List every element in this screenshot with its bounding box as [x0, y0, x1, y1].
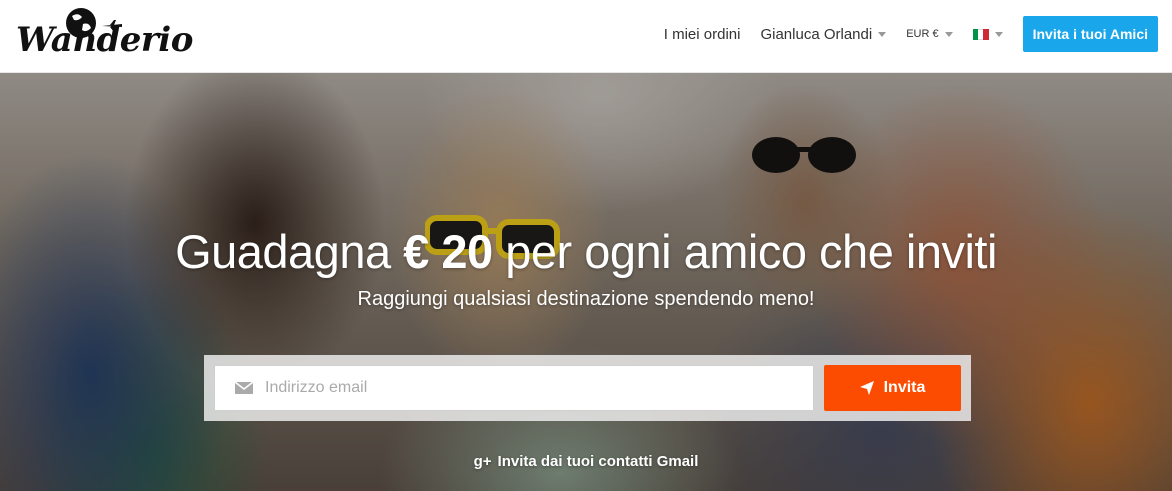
gmail-invite-label: Invita dai tuoi contatti Gmail: [497, 453, 699, 470]
email-field[interactable]: [214, 365, 814, 411]
invite-button[interactable]: Invita: [824, 365, 961, 411]
logo-wordmark: Wanderio: [16, 20, 193, 60]
hero-subtitle: Raggiungi qualsiasi destinazione spenden…: [357, 288, 815, 310]
hero-overlay: [0, 73, 1172, 491]
send-icon: [859, 381, 874, 395]
currency-label: EUR €: [906, 28, 939, 40]
gmail-invite-link[interactable]: g+ Invita dai tuoi contatti Gmail: [0, 453, 1172, 470]
invite-friends-button[interactable]: Invita i tuoi Amici: [1022, 16, 1158, 52]
mail-icon: [235, 382, 253, 394]
invite-form: Invita: [204, 355, 971, 421]
caret-down-icon: [878, 31, 887, 37]
hero-section: Guadagna € 20 per ogni amico che inviti …: [0, 73, 1172, 491]
hero-title-after: per ogni amico che inviti: [505, 225, 997, 278]
caret-down-icon: [994, 31, 1003, 37]
email-input[interactable]: [265, 379, 785, 397]
top-navbar: Wanderio I miei ordini Gianluca Orlandi …: [0, 0, 1172, 73]
currency-selector[interactable]: EUR €: [906, 28, 953, 40]
wanderio-logo[interactable]: Wanderio: [16, 4, 193, 66]
invite-button-label: Invita: [883, 379, 926, 396]
language-selector[interactable]: [972, 28, 1003, 40]
caret-down-icon: [944, 31, 953, 37]
hero-title-amount: € 20: [403, 225, 493, 278]
google-plus-icon: g+: [473, 453, 492, 470]
hero-title-before: Guadagna: [175, 225, 391, 278]
main-nav: I miei ordini Gianluca Orlandi EUR € Inv…: [644, 16, 1158, 52]
user-menu[interactable]: Gianluca Orlandi: [760, 25, 887, 43]
hero-title: Guadagna € 20 per ogni amico che inviti: [0, 224, 1172, 279]
italy-flag-icon: [972, 28, 989, 40]
user-name: Gianluca Orlandi: [760, 25, 873, 43]
my-orders-link[interactable]: I miei ordini: [664, 26, 741, 43]
